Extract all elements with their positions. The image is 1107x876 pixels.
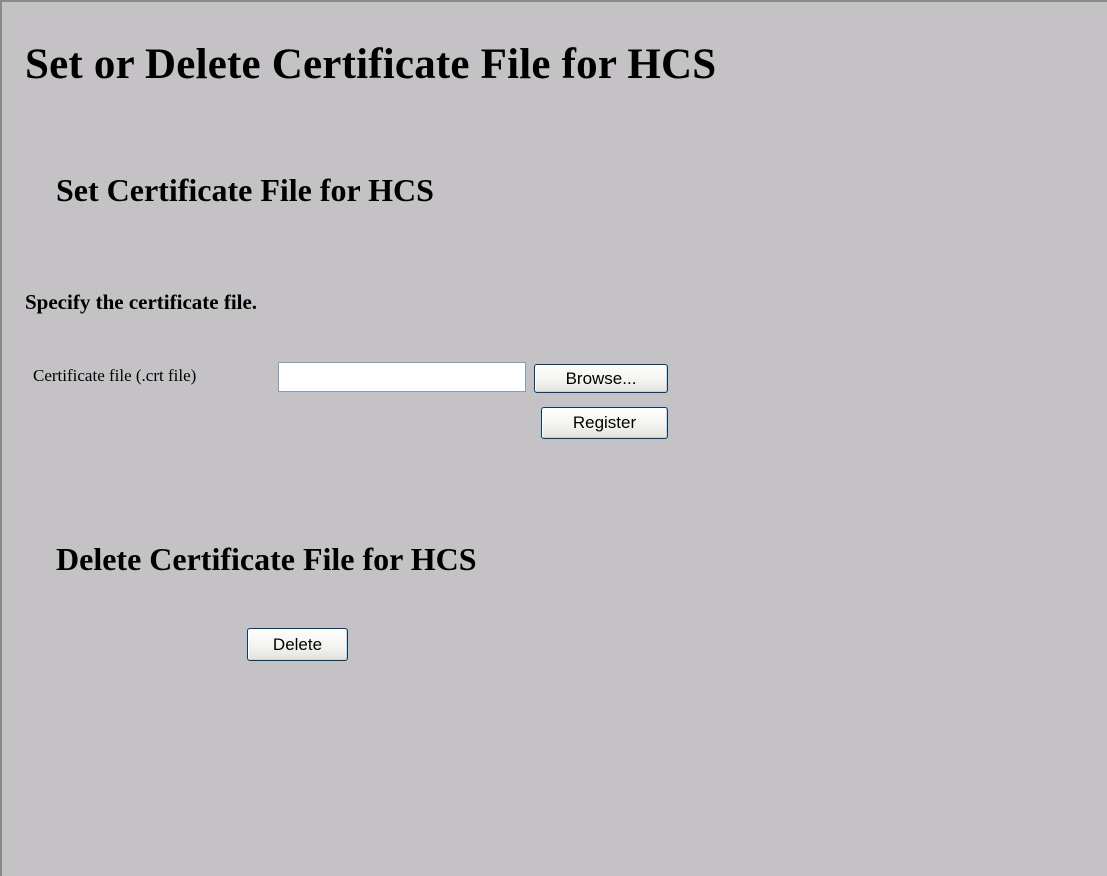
certificate-file-input[interactable] bbox=[278, 362, 526, 392]
certificate-file-label: Certificate file (.crt file) bbox=[33, 366, 197, 385]
delete-button[interactable]: Delete bbox=[247, 628, 348, 661]
set-certificate-section-title: Set Certificate File for HCS bbox=[56, 172, 434, 208]
page-title: Set or Delete Certificate File for HCS bbox=[25, 41, 717, 88]
register-button[interactable]: Register bbox=[541, 407, 668, 439]
browse-button[interactable]: Browse... bbox=[534, 364, 668, 393]
instruction-text: Specify the certificate file. bbox=[25, 290, 258, 314]
delete-certificate-section-title: Delete Certificate File for HCS bbox=[56, 541, 477, 577]
